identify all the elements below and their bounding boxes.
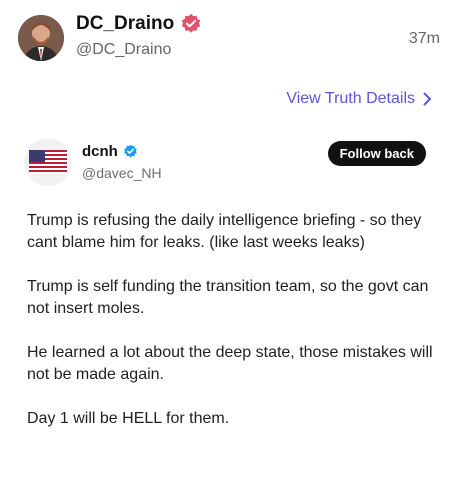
post-paragraph: Day 1 will be HELL for them. xyxy=(27,410,230,427)
embedded-post-text: Trump is refusing the daily intelligence… xyxy=(27,210,437,452)
post-paragraph: He learned a lot about the deep state, t… xyxy=(27,344,433,383)
us-flag-icon xyxy=(29,150,67,174)
author-avatar[interactable] xyxy=(18,15,64,61)
view-details-label: View Truth Details xyxy=(286,90,415,107)
chevron-right-icon xyxy=(423,92,432,106)
post-paragraph: Trump is refusing the daily intelligence… xyxy=(27,212,422,251)
author-handle[interactable]: @DC_Draino xyxy=(76,41,171,59)
embedded-author-name-text: dcnh xyxy=(82,143,118,160)
post-header: DC_Draino @DC_Draino 37m xyxy=(0,0,460,80)
embedded-author-name[interactable]: dcnh xyxy=(82,143,138,160)
verified-check-icon xyxy=(124,144,137,158)
author-name[interactable]: DC_Draino xyxy=(76,13,202,35)
post-timestamp: 37m xyxy=(408,30,440,47)
view-details-link[interactable]: View Truth Details xyxy=(286,90,432,108)
verified-badge-icon xyxy=(182,13,201,33)
embedded-avatar[interactable] xyxy=(24,138,72,186)
follow-back-button[interactable]: Follow back xyxy=(327,141,426,166)
embedded-post[interactable]: dcnh @davec_NH Follow back Trump is refu… xyxy=(10,128,450,500)
embedded-author-handle[interactable]: @davec_NH xyxy=(82,165,162,181)
author-name-text: DC_Draino xyxy=(76,13,175,34)
post-paragraph: Trump is self funding the transition tea… xyxy=(27,278,429,317)
